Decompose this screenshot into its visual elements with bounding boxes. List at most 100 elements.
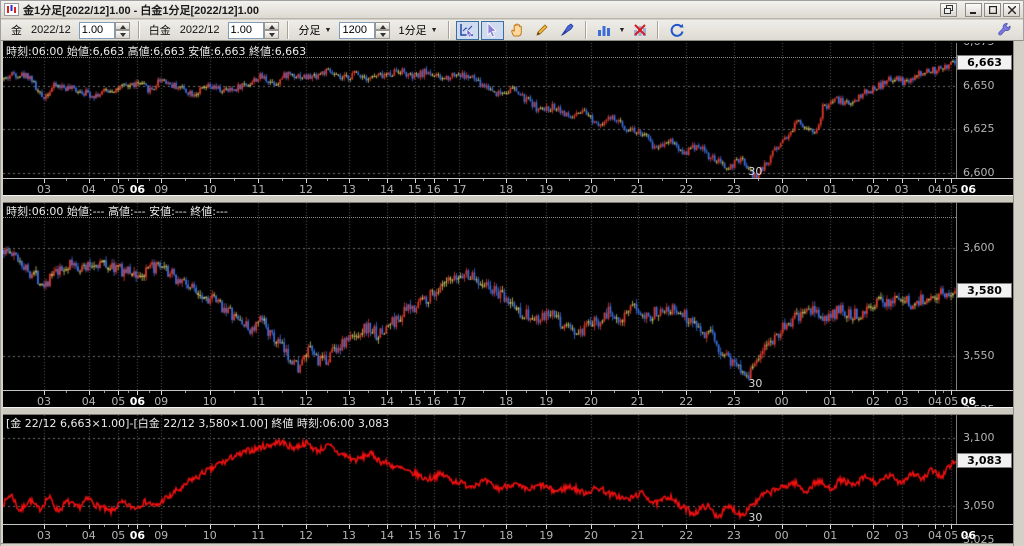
- price-axis-label: 6,650: [963, 79, 995, 92]
- hand-icon: [509, 22, 525, 38]
- time-tick-label: 03: [895, 529, 909, 542]
- toolbar-separator: [585, 21, 587, 39]
- time-tick-label: 20: [584, 395, 598, 407]
- time-tick-label: 05: [111, 529, 125, 542]
- title-bar: 金1分足[2022/12]1.00 - 白金1分足[2022/12]1.00: [1, 1, 1023, 19]
- platinum-multiplier-input[interactable]: [228, 22, 264, 39]
- bar-count-input[interactable]: [339, 22, 375, 39]
- toolbar-separator: [448, 21, 450, 39]
- select-tool-button[interactable]: [481, 21, 504, 40]
- time-tick-minor: [368, 179, 369, 181]
- gold-multiplier-input[interactable]: [79, 22, 115, 39]
- time-tick-label: 21: [631, 395, 645, 407]
- time-tick-minor: [368, 525, 369, 527]
- pen-tool-button[interactable]: [556, 21, 579, 40]
- time-tick-label: 04: [82, 529, 96, 542]
- panel-splitter[interactable]: [3, 407, 1013, 415]
- time-tick-label: 06: [961, 183, 976, 195]
- clear-drawings-button[interactable]: [628, 21, 651, 40]
- time-tick-minor: [401, 525, 402, 527]
- time-tick-minor: [185, 525, 186, 527]
- chart-cursor-icon: [459, 22, 475, 38]
- minimize-button[interactable]: [965, 3, 982, 17]
- gold-multiplier-down-button[interactable]: [115, 30, 130, 39]
- pan-hand-tool-button[interactable]: [506, 21, 529, 40]
- platinum-symbol-label: 白金: [149, 22, 171, 38]
- chevron-down-icon: ▼: [619, 27, 626, 34]
- time-tick-label: 14: [380, 395, 394, 407]
- time-tick-minor: [918, 179, 919, 181]
- time-tick-label: 10: [203, 529, 217, 542]
- time-tick-label: 05: [944, 183, 958, 195]
- cascade-window-button[interactable]: [940, 3, 957, 17]
- chart-area: 時刻:06:00 始値:6,663 高値:6,663 安値:6,663 終値:6…: [1, 41, 1024, 546]
- time-tick-label: 17: [452, 395, 466, 407]
- bar-chart-delete-icon: [632, 22, 648, 38]
- time-tick-minor: [149, 525, 150, 527]
- platinum-multiplier-up-button[interactable]: [264, 22, 279, 31]
- time-tick-label: 16: [427, 183, 441, 195]
- date-change-marker: 30: [748, 511, 762, 524]
- time-tick-minor: [128, 525, 129, 527]
- toolbar-separator: [138, 21, 140, 39]
- time-tick-label: 16: [427, 529, 441, 542]
- time-tick-label: 01: [823, 395, 837, 407]
- time-tick-minor: [66, 179, 67, 181]
- time-tick-label: 22: [679, 529, 693, 542]
- time-tick-label: 00: [775, 395, 789, 407]
- window-frame-right: [1013, 41, 1024, 546]
- price-axis-label: 3,600: [963, 241, 995, 254]
- time-tick-minor: [424, 525, 425, 527]
- bar-chart-icon: [596, 22, 612, 38]
- spread-line-canvas[interactable]: [3, 415, 956, 524]
- pencil-tool-button[interactable]: [531, 21, 554, 40]
- refresh-button[interactable]: [665, 21, 688, 40]
- time-tick-label: 06: [130, 395, 145, 407]
- time-tick-minor: [447, 391, 448, 393]
- time-tick-minor: [758, 179, 759, 181]
- time-tick-minor: [234, 525, 235, 527]
- date-change-marker: 30: [748, 377, 762, 390]
- spread-last-price-box: 3,083: [957, 453, 1012, 468]
- time-tick-minor: [104, 391, 105, 393]
- chart-cursor-tool-button[interactable]: [456, 21, 479, 40]
- time-tick-minor: [614, 179, 615, 181]
- time-tick-label: 09: [154, 183, 168, 195]
- bar-type-dropdown[interactable]: 分足▼: [294, 20, 337, 40]
- chart-style-dropdown[interactable]: ▼: [617, 25, 628, 36]
- maximize-button[interactable]: [984, 3, 1001, 17]
- bar-count-down-button[interactable]: [375, 30, 390, 39]
- time-tick-label: 06: [130, 183, 145, 195]
- time-tick-label: 19: [539, 183, 553, 195]
- panel-splitter[interactable]: [3, 195, 1013, 203]
- time-tick-label: 09: [154, 529, 168, 542]
- interval-dropdown[interactable]: 1分足▼: [393, 20, 442, 40]
- time-tick-label: 04: [928, 395, 942, 407]
- time-tick-minor: [327, 525, 328, 527]
- price-axis-label: 3,100: [963, 431, 995, 444]
- bar-count-up-button[interactable]: [375, 22, 390, 31]
- close-button[interactable]: [1003, 3, 1020, 17]
- toolbar-separator: [657, 21, 659, 39]
- time-tick-minor: [918, 525, 919, 527]
- time-tick-minor: [710, 179, 711, 181]
- time-tick-label: 13: [342, 395, 356, 407]
- platinum-candlestick-canvas[interactable]: [3, 203, 956, 390]
- time-tick-label: 09: [154, 395, 168, 407]
- time-tick-minor: [401, 179, 402, 181]
- time-tick-minor: [185, 391, 186, 393]
- time-tick-minor: [526, 179, 527, 181]
- settings-wrench-button[interactable]: [993, 21, 1016, 40]
- gold-multiplier-up-button[interactable]: [115, 22, 130, 31]
- time-tick-label: 23: [727, 183, 741, 195]
- price-axis-label: 6,600: [963, 166, 995, 179]
- time-tick-label: 18: [499, 183, 513, 195]
- time-tick-label: 22: [679, 395, 693, 407]
- price-axis-label: 6,675: [963, 43, 995, 48]
- platinum-multiplier-down-button[interactable]: [264, 30, 279, 39]
- platinum-last-price-box: 3,580: [957, 283, 1012, 298]
- time-tick-minor: [526, 525, 527, 527]
- chart-style-button[interactable]: [593, 21, 616, 40]
- time-tick-minor: [424, 391, 425, 393]
- gold-candlestick-canvas[interactable]: [3, 43, 956, 178]
